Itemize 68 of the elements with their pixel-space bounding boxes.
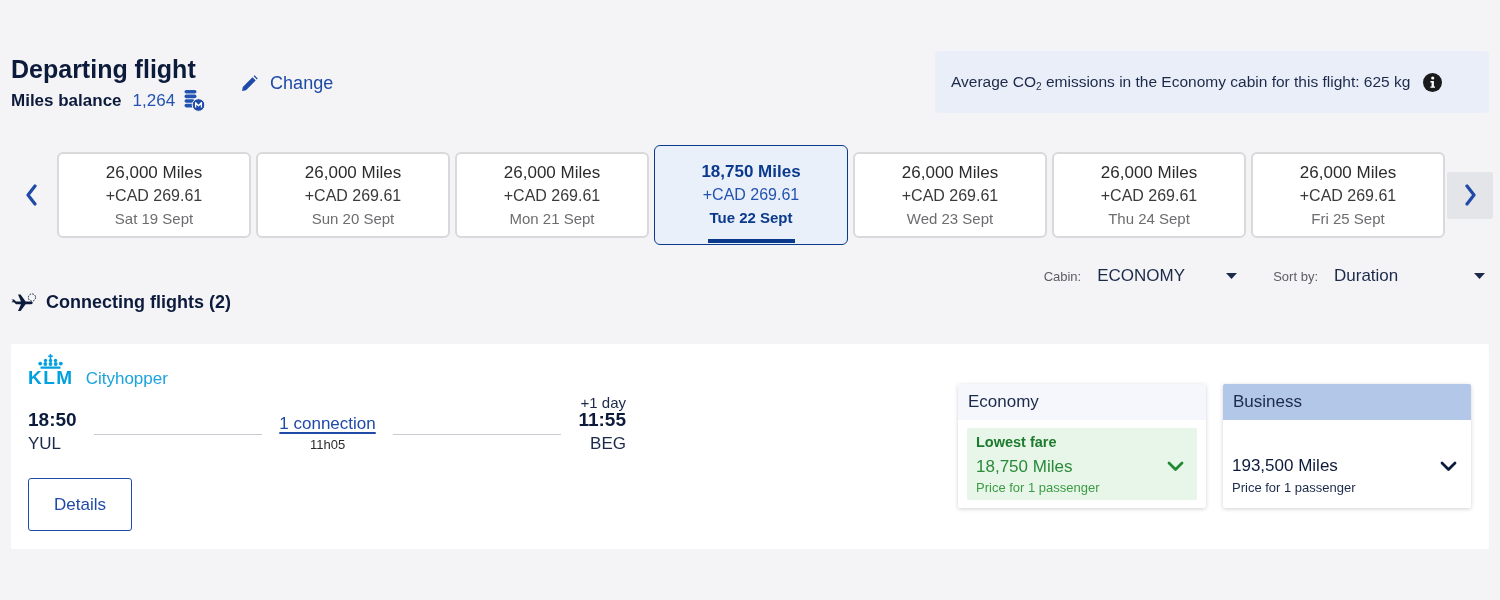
- chevron-left-icon: [24, 184, 38, 206]
- date-label: Fri 25 Sept: [1311, 209, 1385, 229]
- results-heading: Connecting flights (2): [46, 291, 231, 313]
- info-icon[interactable]: [1423, 72, 1443, 92]
- date-option[interactable]: 26,000 Miles +CAD 269.61 Mon 21 Sept: [455, 152, 649, 238]
- miles-price: 26,000 Miles: [304, 162, 402, 184]
- fare-note: Price for 1 passenger: [1232, 479, 1357, 497]
- cash-price: +CAD 269.61: [1100, 186, 1198, 206]
- pencil-icon: [241, 74, 259, 92]
- date-label: Wed 23 Sept: [906, 209, 994, 229]
- fare-price: 18,750 Miles: [976, 456, 1073, 477]
- flight-duration: 11h05: [309, 436, 346, 453]
- fare-card[interactable]: Business 193,500 Miles Price for 1 passenger: [1223, 384, 1471, 508]
- arrival-airport: BEG: [590, 434, 626, 454]
- filter-dropdown[interactable]: ECONOMY: [1097, 266, 1242, 286]
- miles-price: 26,000 Miles: [901, 162, 999, 184]
- cash-price: +CAD 269.61: [702, 185, 800, 205]
- next-dates-button[interactable]: [1447, 171, 1493, 219]
- caret-icon: [1474, 273, 1485, 279]
- filter-dropdown[interactable]: Duration: [1334, 266, 1489, 286]
- cash-price: +CAD 269.61: [503, 186, 601, 206]
- miles-price: 26,000 Miles: [1100, 162, 1198, 184]
- miles-price: 18,750 Miles: [701, 161, 801, 183]
- filter-label: Cabin:: [1043, 268, 1082, 284]
- cash-price: +CAD 269.61: [901, 186, 999, 206]
- miles-balance-label: Miles balance: [11, 90, 122, 111]
- chevron-down-icon: [1440, 460, 1457, 472]
- fare-note: Price for 1 passenger: [976, 479, 1101, 497]
- coins-icon: [184, 89, 206, 112]
- date-option[interactable]: 18,750 Miles +CAD 269.61 Tue 22 Sept: [654, 145, 848, 245]
- date-label: Tue 22 Sept: [709, 208, 793, 228]
- caret-icon: [1226, 273, 1238, 279]
- date-option[interactable]: 26,000 Miles +CAD 269.61 Fri 25 Sept: [1251, 152, 1445, 238]
- airline-name: Cityhopper: [85, 370, 168, 388]
- fare-card[interactable]: Economy Lowest fare 18,750 Miles Price for 1 passenger: [958, 384, 1206, 508]
- departure-time: 18:50: [28, 409, 77, 431]
- cash-price: +CAD 269.61: [105, 186, 203, 206]
- chevron-right-icon: [1463, 184, 1477, 206]
- fare-price: 193,500 Miles: [1232, 456, 1338, 476]
- date-option[interactable]: 26,000 Miles +CAD 269.61 Wed 23 Sept: [853, 152, 1047, 238]
- details-button[interactable]: Details: [28, 478, 132, 531]
- connection-link[interactable]: 1 connection: [279, 414, 376, 434]
- change-link[interactable]: Change: [241, 72, 334, 94]
- miles-price: 26,000 Miles: [105, 162, 203, 184]
- cash-price: +CAD 269.61: [304, 186, 402, 206]
- cash-price: +CAD 269.61: [1299, 186, 1397, 206]
- miles-balance-value: 1,264: [132, 90, 176, 111]
- miles-price: 26,000 Miles: [1299, 162, 1397, 184]
- airline-logo-text: KLM: [28, 370, 74, 386]
- date-option[interactable]: 26,000 Miles +CAD 269.61 Thu 24 Sept: [1052, 152, 1246, 238]
- date-label: Mon 21 Sept: [509, 209, 595, 229]
- page-title: Departing flight: [11, 54, 197, 85]
- date-label: Sun 20 Sept: [311, 209, 395, 229]
- day-offset: +1 day: [580, 393, 626, 411]
- departure-airport: YUL: [28, 434, 62, 454]
- airplane-icon: [11, 292, 37, 312]
- emissions-text: Average CO$_{2}$ emissions in the Economy cabin for this flight: 625 kg: [951, 73, 1411, 91]
- date-label: Thu 24 Sept: [1108, 209, 1190, 229]
- date-option[interactable]: 26,000 Miles +CAD 269.61 Sun 20 Sept: [256, 152, 450, 238]
- fare-cabin: Economy: [968, 392, 1039, 412]
- chevron-down-icon: [1167, 461, 1184, 472]
- date-option[interactable]: 26,000 Miles +CAD 269.61 Sat 19 Sept: [57, 152, 251, 238]
- fare-cabin: Business: [1233, 392, 1302, 412]
- lowest-fare-label: Lowest fare: [976, 433, 1058, 451]
- crown-icon: [38, 354, 64, 369]
- miles-price: 26,000 Miles: [503, 162, 601, 184]
- date-label: Sat 19 Sept: [114, 209, 194, 229]
- filter-label: Sort by:: [1273, 268, 1318, 284]
